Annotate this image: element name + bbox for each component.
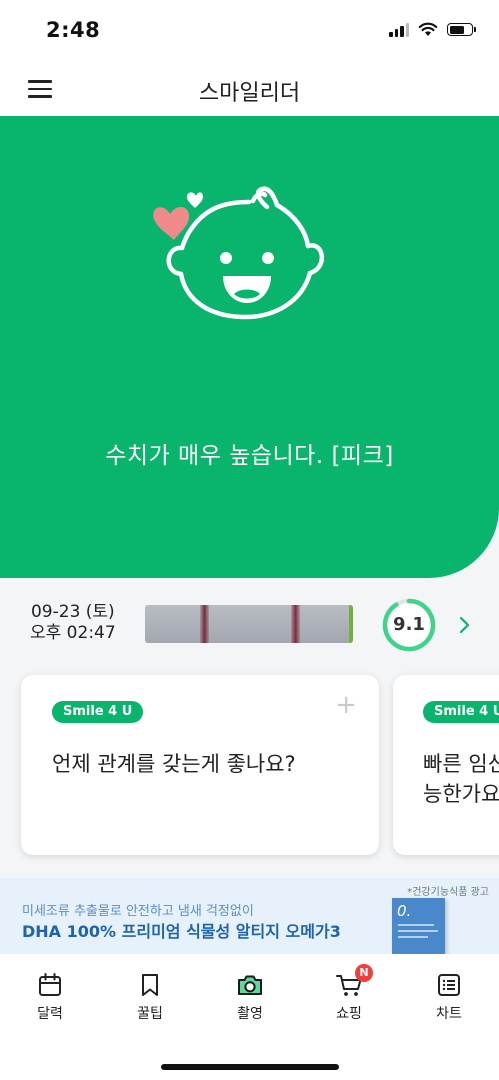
camera-icon — [238, 975, 262, 995]
tab-tips[interactable]: 꿀팁 — [110, 972, 190, 1023]
signal-icon — [389, 22, 409, 37]
chart-list-icon — [438, 974, 460, 996]
tab-calendar[interactable]: 달력 — [10, 972, 90, 1023]
tab-chart[interactable]: 차트 — [409, 972, 489, 1023]
calendar-icon — [39, 973, 61, 996]
smiling-baby-face-icon — [153, 186, 324, 320]
score-value: 9.1 — [393, 614, 425, 635]
wifi-icon — [418, 22, 438, 36]
card-question-line: 능한가요 — [423, 782, 499, 806]
smile4u-badge: Smile 4 U — [423, 701, 499, 723]
card-question: 빠른 임신 능한가요 — [423, 749, 499, 809]
app-header: 스마일리더 — [0, 62, 499, 117]
tab-label: 촬영 — [237, 1006, 263, 1022]
ad-banner[interactable]: *건강기능식품 광고 미세조류 추출물로 안전하고 냄새 걱정없이 DHA 10… — [0, 878, 499, 954]
ad-product-image: 0. — [392, 898, 445, 954]
ad-product-logo: 0. — [397, 902, 412, 920]
card-question: 언제 관계를 갖는게 좋나요? — [52, 752, 296, 776]
hero-status-message: 수치가 매우 높습니다. [피크] — [105, 443, 394, 469]
chevron-right-icon[interactable] — [455, 614, 475, 636]
tab-label: 달력 — [37, 1006, 63, 1022]
result-datetime: 09-23 (토) 오후 02:47 — [30, 602, 116, 644]
ad-subtitle: 미세조류 추출물로 안전하고 냄새 걱정없이 — [22, 904, 254, 919]
page-title: 스마일리더 — [198, 81, 301, 106]
result-date: 09-23 (토) — [30, 602, 115, 622]
test-strip-image — [145, 605, 353, 643]
card-question-line: 빠른 임신 — [423, 752, 499, 776]
ad-title: DHA 100% 프리미엄 식물성 알티지 오메가3 — [22, 922, 341, 941]
battery-icon — [447, 23, 476, 36]
status-time: 2:48 — [46, 18, 101, 42]
bottom-tab-bar: 달력 꿀팁 촬영 N 쇼핑 차트 — [0, 954, 499, 1080]
home-indicator — [161, 1064, 339, 1070]
tip-card[interactable]: Smile 4 U + 언제 관계를 갖는게 좋나요? — [21, 675, 379, 855]
tab-capture[interactable]: 촬영 — [210, 972, 290, 1023]
plus-icon[interactable]: + — [335, 692, 357, 718]
tab-shopping[interactable]: N 쇼핑 — [309, 964, 389, 1023]
tab-label: 쇼핑 — [336, 1006, 362, 1022]
tip-card[interactable]: Smile 4 U 빠른 임신 능한가요 — [393, 675, 499, 855]
status-bar: 2:48 — [0, 0, 499, 62]
tab-label: 차트 — [436, 1006, 462, 1022]
result-time: 오후 02:47 — [30, 623, 116, 643]
smile4u-badge: Smile 4 U — [52, 701, 144, 723]
status-icons — [389, 22, 476, 37]
bookmark-icon — [142, 974, 158, 996]
tab-label: 꿀팁 — [137, 1006, 163, 1022]
new-badge: N — [355, 964, 373, 982]
latest-result-row[interactable]: 09-23 (토) 오후 02:47 9.1 — [0, 590, 499, 660]
ad-label: *건강기능식품 광고 — [407, 887, 489, 898]
hero-status-panel: 수치가 매우 높습니다. [피크] — [0, 116, 499, 578]
